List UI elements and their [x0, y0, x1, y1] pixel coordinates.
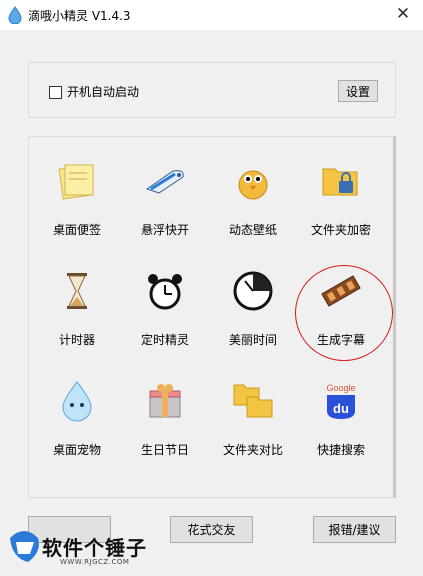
tool-label: 快捷搜索 [316, 443, 365, 457]
folder-lock-icon [322, 168, 358, 196]
autostart-label[interactable]: 开机自动启动 [67, 83, 139, 100]
gift-box-icon [149, 384, 181, 418]
tool-floating-launch[interactable]: 悬浮快开 [125, 159, 205, 269]
tool-scheduler[interactable]: 定时精灵 [125, 269, 205, 379]
make-friends-button[interactable]: 花式交友 [170, 516, 253, 543]
tool-folder-compare[interactable]: 文件夹对比 [213, 379, 293, 489]
report-feedback-button[interactable]: 报错/建议 [313, 516, 396, 543]
tool-beautiful-time[interactable]: 美丽时间 [213, 269, 293, 379]
vertical-scrollbar[interactable] [393, 136, 396, 498]
tool-label: 美丽时间 [228, 333, 277, 347]
water-drop-icon [8, 6, 22, 24]
tool-desktop-notes[interactable]: 桌面便签 [37, 159, 117, 269]
tool-label: 悬浮快开 [140, 223, 189, 237]
hourglass-icon [67, 273, 87, 309]
tool-label: 文件夹加密 [310, 223, 371, 237]
tool-label: 动态壁纸 [228, 223, 277, 237]
alarm-clock-icon [148, 274, 182, 310]
tool-quick-search[interactable]: Google du 快捷搜索 [301, 379, 381, 489]
watermark-url: WWW.RJGCZ.COM [60, 558, 130, 566]
baidu-search-icon: Google du [326, 383, 356, 419]
svg-text:du: du [333, 401, 349, 416]
title-bar: 滴哦小精灵 V1.4.3 ✕ [0, 0, 423, 30]
watermark-text: 软件个锤子 [42, 536, 147, 560]
tool-label: 计时器 [58, 333, 95, 347]
sticky-note-icon [58, 164, 94, 200]
tool-label: 桌面宠物 [52, 443, 101, 457]
tool-desktop-pet[interactable]: 桌面宠物 [37, 379, 117, 489]
autostart-checkbox[interactable] [49, 86, 62, 99]
tool-birthday-holiday[interactable]: 生日节日 [125, 379, 205, 489]
tool-folder-encrypt[interactable]: 文件夹加密 [301, 159, 381, 269]
settings-button[interactable]: 设置 [338, 80, 378, 102]
tool-label: 定时精灵 [140, 333, 189, 347]
highlight-circle [295, 265, 393, 361]
tool-label: 桌面便签 [52, 223, 101, 237]
chick-icon [238, 170, 268, 200]
droplet-pet-icon [62, 381, 92, 422]
tool-label: 文件夹对比 [222, 443, 283, 457]
tool-dynamic-wallpaper[interactable]: 动态壁纸 [213, 159, 293, 269]
settings-panel: 开机自动启动 设置 [28, 62, 396, 118]
tool-label: 生日节日 [140, 443, 189, 457]
svg-text:Google: Google [326, 383, 355, 393]
clock-face-icon [233, 271, 273, 311]
close-button[interactable]: ✕ [393, 3, 413, 25]
window-title: 滴哦小精灵 V1.4.3 [28, 9, 131, 23]
folder-compare-icon [233, 384, 273, 418]
bullet-train-icon [145, 170, 184, 194]
tool-timer[interactable]: 计时器 [37, 269, 117, 379]
